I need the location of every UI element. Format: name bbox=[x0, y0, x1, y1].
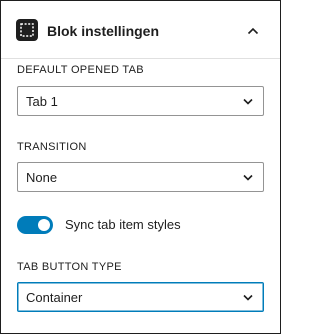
block-settings-panel: Blok instellingen DEFAULT OPENED TAB Tab… bbox=[0, 0, 281, 334]
default-tab-label: DEFAULT OPENED TAB bbox=[17, 64, 144, 76]
panel-title: Blok instellingen bbox=[47, 23, 160, 39]
sync-styles-toggle[interactable] bbox=[17, 216, 53, 234]
default-tab-value: Tab 1 bbox=[26, 94, 58, 109]
chevron-down-icon bbox=[243, 294, 253, 301]
collapse-button[interactable] bbox=[241, 19, 265, 43]
tab-button-type-select[interactable]: Container bbox=[17, 282, 264, 312]
chevron-up-icon bbox=[247, 27, 259, 35]
tab-button-type-value: Container bbox=[26, 290, 83, 305]
transition-value: None bbox=[26, 170, 58, 185]
chevron-down-icon bbox=[243, 174, 253, 181]
transition-select[interactable]: None bbox=[17, 162, 264, 192]
sync-styles-label: Sync tab item styles bbox=[65, 217, 181, 232]
chevron-down-icon bbox=[243, 98, 253, 105]
default-tab-select[interactable]: Tab 1 bbox=[17, 86, 264, 116]
panel-header[interactable]: Blok instellingen bbox=[1, 1, 280, 59]
transition-label: TRANSITION bbox=[17, 141, 87, 153]
block-selection-icon bbox=[16, 19, 38, 41]
toggle-knob bbox=[38, 219, 50, 231]
tab-button-type-label: TAB BUTTON TYPE bbox=[17, 261, 122, 273]
